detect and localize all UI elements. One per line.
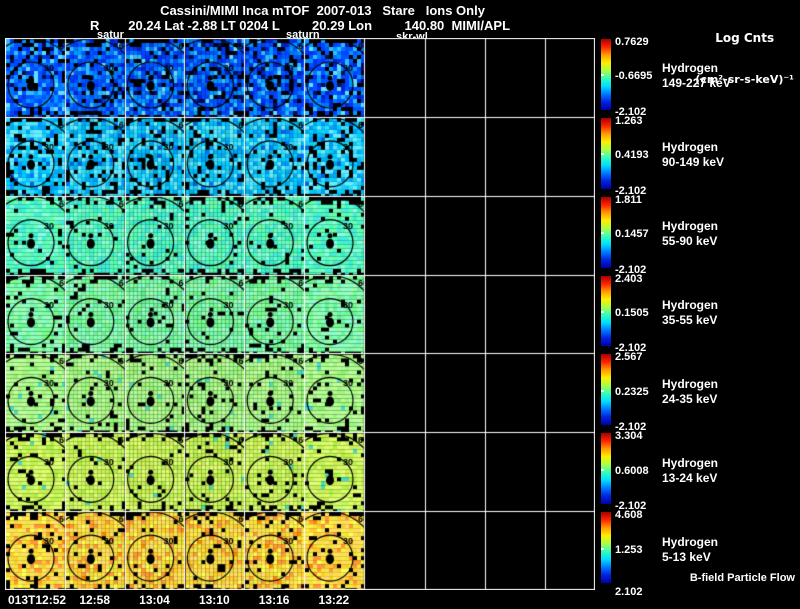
colorbar bbox=[601, 276, 611, 347]
time-tick-label: 013T12:52 bbox=[8, 593, 66, 607]
energy-range-label: 35-55 keV bbox=[662, 313, 718, 328]
time-tick-label: 13:10 bbox=[199, 593, 230, 607]
sky-map-grid-canvas bbox=[5, 38, 595, 590]
energy-band-label: Hydrogen149-227 keV bbox=[662, 61, 731, 91]
species-label: Hydrogen bbox=[662, 219, 718, 234]
colorbar bbox=[601, 433, 611, 504]
colorbar-max-label: 2.403 bbox=[615, 273, 643, 285]
colorbar-max-label: 1.263 bbox=[615, 115, 643, 127]
colorbar bbox=[601, 512, 611, 583]
colorbar bbox=[601, 39, 611, 110]
energy-band-label: Hydrogen35-55 keV bbox=[662, 298, 718, 328]
energy-range-label: 13-24 keV bbox=[662, 471, 718, 486]
time-tick-label: 13:16 bbox=[259, 593, 290, 607]
colorbar-max-label: 1.811 bbox=[615, 194, 642, 206]
colorbar-min-label: 2.102 bbox=[615, 586, 643, 598]
energy-range-label: 55-90 keV bbox=[662, 234, 718, 249]
energy-range-label: 149-227 keV bbox=[662, 76, 731, 91]
bfield-particle-flow-label: B-field Particle Flow bbox=[690, 572, 795, 584]
energy-range-label: 90-149 keV bbox=[662, 155, 724, 170]
colorbar-mid-label: 0.2325 bbox=[615, 386, 649, 398]
log-counts-label: Log Cnts bbox=[695, 31, 794, 45]
colorbar-mid-label: 0.6008 bbox=[615, 465, 649, 477]
colorbar-units-header: Log Cnts (cm²-sr-s-keV)⁻¹ bbox=[695, 3, 794, 115]
colorbar-mid-label: -0.6695 bbox=[615, 70, 652, 82]
colorbar-max-label: 0.7629 bbox=[615, 36, 649, 48]
energy-band-label: Hydrogen90-149 keV bbox=[662, 140, 724, 170]
colorbar-mid-label: 0.1505 bbox=[615, 307, 649, 319]
time-tick-label: 13:04 bbox=[139, 593, 170, 607]
colorbar-mid-label: 0.4193 bbox=[615, 149, 649, 161]
species-label: Hydrogen bbox=[662, 61, 731, 76]
time-tick-label: 12:58 bbox=[79, 593, 110, 607]
colorbar-mid-tick bbox=[601, 311, 604, 313]
page-title: Cassini/MIMI Inca mTOF 2007-013 Stare Io… bbox=[0, 3, 645, 18]
colorbar-mid-tick bbox=[601, 469, 604, 471]
colorbar-mid-tick bbox=[601, 74, 604, 76]
energy-band-label: Hydrogen55-90 keV bbox=[662, 219, 718, 249]
energy-range-label: 5-13 keV bbox=[662, 550, 718, 565]
energy-band-label: Hydrogen5-13 keV bbox=[662, 535, 718, 565]
species-label: Hydrogen bbox=[662, 535, 718, 550]
energy-range-label: 24-35 keV bbox=[662, 392, 718, 407]
colorbar-max-label: 4.608 bbox=[615, 509, 643, 521]
colorbar-mid-label: 1.253 bbox=[615, 544, 643, 556]
colorbar-mid-tick bbox=[601, 153, 604, 155]
species-label: Hydrogen bbox=[662, 298, 718, 313]
species-label: Hydrogen bbox=[662, 140, 724, 155]
colorbar-mid-tick bbox=[601, 548, 604, 550]
colorbar bbox=[601, 354, 611, 425]
energy-band-label: Hydrogen24-35 keV bbox=[662, 377, 718, 407]
colorbar-mid-tick bbox=[601, 390, 604, 392]
colorbar-max-label: 2.567 bbox=[615, 351, 643, 363]
colorbar-max-label: 3.304 bbox=[615, 430, 643, 442]
mimi-inca-display: Cassini/MIMI Inca mTOF 2007-013 Stare Io… bbox=[0, 0, 800, 609]
colorbar-mid-tick bbox=[601, 232, 604, 234]
species-label: Hydrogen bbox=[662, 377, 718, 392]
species-label: Hydrogen bbox=[662, 456, 718, 471]
energy-band-label: Hydrogen13-24 keV bbox=[662, 456, 718, 486]
colorbar-mid-label: 0.1457 bbox=[615, 228, 649, 240]
time-tick-label: 13:22 bbox=[319, 593, 350, 607]
colorbar bbox=[601, 118, 611, 189]
colorbar bbox=[601, 197, 611, 268]
